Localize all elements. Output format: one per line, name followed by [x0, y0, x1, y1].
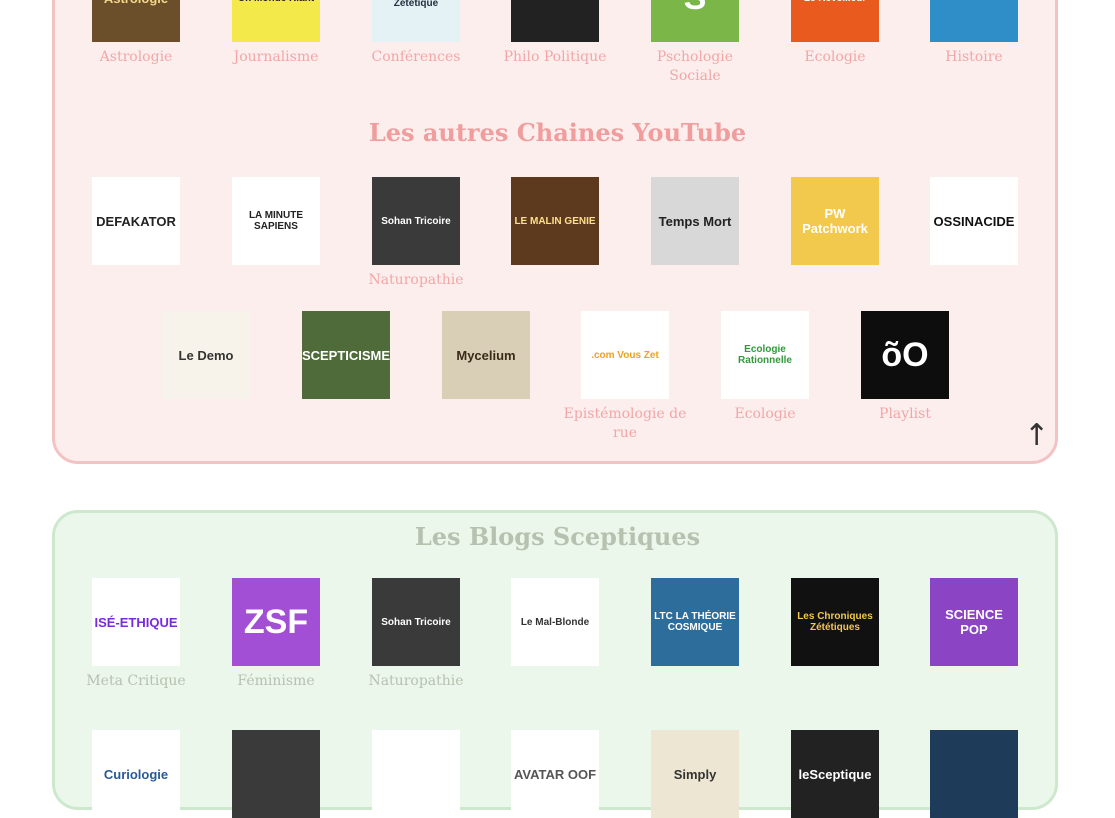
- tile-caption-link[interactable]: Ecologie: [700, 405, 830, 424]
- thumbnail-image[interactable]: ISÉ-ETHIQUE: [92, 578, 180, 666]
- thumbnail-image[interactable]: LTC LA THÉORIE COSMIQUE: [651, 578, 739, 666]
- tile-caption-link[interactable]: Naturopathie: [351, 271, 481, 290]
- blog-tile[interactable]: [372, 730, 460, 818]
- thumbnail-image[interactable]: leSceptique: [791, 730, 879, 818]
- youtube-channel-tile[interactable]: Le Demo: [162, 311, 250, 399]
- youtube-channel-tile[interactable]: .com Vous Zet Epistémologie de rue: [564, 311, 686, 443]
- thumbnail-image[interactable]: [930, 730, 1018, 818]
- youtube-channel-tile[interactable]: DEFAKATOR: [92, 177, 180, 265]
- youtube-channel-tile[interactable]: Mycelium: [442, 311, 530, 399]
- tile-caption-link[interactable]: Pschologie Sociale: [630, 48, 760, 86]
- top-tile[interactable]: Le RéveilleurEcologie: [791, 0, 879, 67]
- blog-tile[interactable]: leSceptique: [791, 730, 879, 818]
- thumbnail-image[interactable]: Sohan Tricoire: [372, 177, 460, 265]
- youtube-channel-tile[interactable]: SCEPTICISME: [302, 311, 390, 399]
- youtube-channel-tile[interactable]: PW Patchwork: [791, 177, 879, 265]
- thumbnail-image[interactable]: Mycelium: [442, 311, 530, 399]
- thumbnail-image[interactable]: S: [651, 0, 739, 42]
- thumbnail-image[interactable]: [930, 0, 1018, 42]
- blog-tile[interactable]: Simply: [651, 730, 739, 818]
- thumbnail-image[interactable]: LA MINUTE SAPIENS: [232, 177, 320, 265]
- youtube-channel-tile[interactable]: Ecologie Rationnelle Ecologie: [721, 311, 809, 424]
- thumbnail-image[interactable]: Le Mal-Blonde: [511, 578, 599, 666]
- tile-caption-link[interactable]: Naturopathie: [351, 672, 481, 691]
- thumbnail-image[interactable]: õO: [861, 311, 949, 399]
- thumbnail-image[interactable]: Simply: [651, 730, 739, 818]
- blogs-section-title: Les Blogs Sceptiques: [414, 522, 701, 551]
- top-tile[interactable]: AstrologieAstrologie: [92, 0, 180, 67]
- top-tile[interactable]: Histoire: [930, 0, 1018, 67]
- thumbnail-image[interactable]: PW Patchwork: [791, 177, 879, 265]
- youtube-channel-tile[interactable]: OSSINACIDE: [930, 177, 1018, 265]
- thumbnail-image[interactable]: Observatoire Zététique: [372, 0, 460, 42]
- tile-caption-link[interactable]: Féminisme: [211, 672, 341, 691]
- thumbnail-image[interactable]: .com Vous Zet: [581, 311, 669, 399]
- thumbnail-image[interactable]: Ecologie Rationnelle: [721, 311, 809, 399]
- thumbnail-image[interactable]: Curiologie: [92, 730, 180, 818]
- youtube-section-title: Les autres Chaines YouTube: [368, 118, 747, 147]
- thumbnail-image[interactable]: ZSF: [232, 578, 320, 666]
- blog-tile[interactable]: ISÉ-ETHIQUE Meta Critique: [86, 578, 186, 691]
- thumbnail-image[interactable]: SCEPTICISME: [302, 311, 390, 399]
- top-tile[interactable]: Philo Politique: [504, 0, 606, 67]
- blog-tile[interactable]: Les Chroniques Zététiques: [791, 578, 879, 666]
- youtube-channel-tile[interactable]: õO Playlist: [861, 311, 949, 424]
- blog-tile[interactable]: Le Mal-Blonde: [511, 578, 599, 666]
- tile-caption-link[interactable]: Journalisme: [211, 48, 341, 67]
- blog-tile[interactable]: LTC LA THÉORIE COSMIQUE: [651, 578, 739, 666]
- tile-caption-link[interactable]: Meta Critique: [71, 672, 201, 691]
- tile-caption-link[interactable]: Astrologie: [71, 48, 201, 67]
- youtube-channel-tile[interactable]: LE MALIN GENIE: [511, 177, 599, 265]
- youtube-channel-tile[interactable]: Sohan Tricoire Naturopathie: [368, 177, 464, 290]
- blog-tile[interactable]: [930, 730, 1018, 818]
- thumbnail-image[interactable]: LE MALIN GENIE: [511, 177, 599, 265]
- blog-tile[interactable]: SCIENCE POP: [930, 578, 1018, 666]
- tile-caption-link[interactable]: Ecologie: [770, 48, 900, 67]
- tile-caption-link[interactable]: Playlist: [840, 405, 970, 424]
- thumbnail-image[interactable]: DEFAKATOR: [92, 177, 180, 265]
- thumbnail-image[interactable]: Le Réveilleur: [791, 0, 879, 42]
- blog-tile[interactable]: ZSF Féminisme: [232, 578, 320, 691]
- tile-caption-link[interactable]: Philo Politique: [490, 48, 620, 67]
- tile-caption-link[interactable]: Histoire: [909, 48, 1039, 67]
- thumbnail-image[interactable]: Les Chroniques Zététiques: [791, 578, 879, 666]
- thumbnail-image[interactable]: AVATAR OOF: [511, 730, 599, 818]
- thumbnail-image[interactable]: SCIENCE POP: [930, 578, 1018, 666]
- thumbnail-image[interactable]: [372, 730, 460, 818]
- top-tile[interactable]: Observatoire ZététiqueConférences: [372, 0, 460, 67]
- youtube-channel-tile[interactable]: Temps Mort: [651, 177, 739, 265]
- thumbnail-image[interactable]: Temps Mort: [651, 177, 739, 265]
- thumbnail-image[interactable]: [511, 0, 599, 42]
- blog-tile[interactable]: Sohan Tricoire Naturopathie: [368, 578, 464, 691]
- top-tile[interactable]: SPschologie Sociale: [651, 0, 739, 86]
- tile-caption-link[interactable]: Epistémologie de rue: [560, 405, 690, 443]
- blog-tile[interactable]: [232, 730, 320, 818]
- thumbnail-image[interactable]: Astrologie: [92, 0, 180, 42]
- blog-tile[interactable]: AVATAR OOF: [511, 730, 599, 818]
- thumbnail-image[interactable]: OSSINACIDE: [930, 177, 1018, 265]
- blog-tile[interactable]: Curiologie: [92, 730, 180, 818]
- thumbnail-image[interactable]: Le Demo: [162, 311, 250, 399]
- youtube-channel-tile[interactable]: LA MINUTE SAPIENS: [232, 177, 320, 265]
- tile-caption-link[interactable]: Conférences: [351, 48, 481, 67]
- thumbnail-image[interactable]: [232, 730, 320, 818]
- thumbnail-image[interactable]: Un Monde Riant: [232, 0, 320, 42]
- top-tile[interactable]: Un Monde RiantJournalisme: [232, 0, 320, 67]
- thumbnail-image[interactable]: Sohan Tricoire: [372, 578, 460, 666]
- back-to-top-arrow-icon[interactable]: ↑: [1024, 418, 1049, 453]
